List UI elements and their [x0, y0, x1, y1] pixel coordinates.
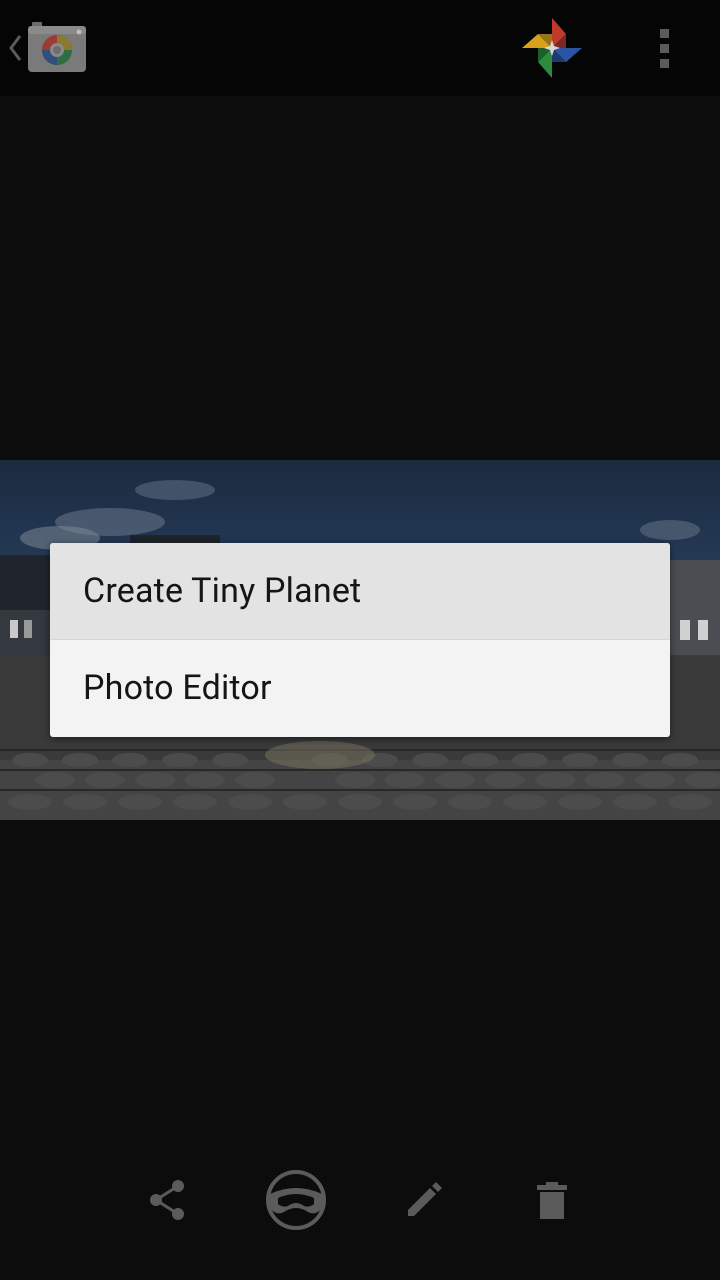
menu-item-photo-editor[interactable]: Photo Editor: [50, 640, 670, 736]
share-button[interactable]: [128, 1160, 208, 1240]
context-menu-dialog: Create Tiny Planet Photo Editor: [50, 543, 670, 737]
chevron-left-icon[interactable]: [6, 32, 24, 64]
share-icon: [150, 1180, 184, 1220]
panorama-viewer-button[interactable]: [256, 1160, 336, 1240]
edit-pencil-icon: [408, 1182, 442, 1216]
panorama-viewer-icon: [266, 1170, 326, 1230]
google-photos-pinwheel-icon[interactable]: [518, 14, 586, 82]
delete-trash-icon: [537, 1182, 567, 1219]
camera-app-icon[interactable]: [26, 20, 88, 74]
action-bar: [0, 0, 720, 96]
edit-button[interactable]: [384, 1160, 464, 1240]
overflow-menu-icon[interactable]: [640, 20, 688, 76]
bottom-action-bar: [0, 1150, 720, 1250]
delete-button[interactable]: [512, 1160, 592, 1240]
menu-item-create-tiny-planet[interactable]: Create Tiny Planet: [50, 543, 670, 639]
